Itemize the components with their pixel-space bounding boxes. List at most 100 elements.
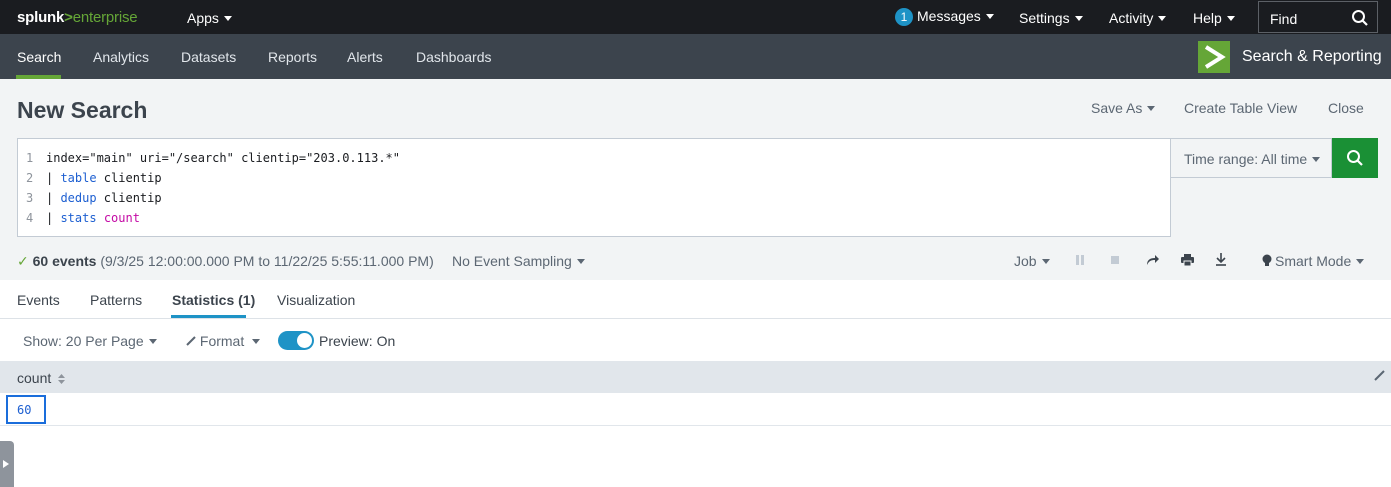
result-tabs: Events Patterns Statistics (1) Visualiza… <box>0 280 1391 319</box>
active-tab-indicator <box>171 315 246 318</box>
checkmark-icon: ✓ <box>17 253 29 269</box>
chevron-down-icon <box>1158 16 1167 21</box>
tab-search[interactable]: Search <box>17 49 61 65</box>
query-line: 1 index="main" uri="/search" clientip="20… <box>18 148 400 168</box>
chevron-down-icon <box>1147 106 1156 111</box>
pencil-icon[interactable] <box>1374 370 1385 381</box>
query-text: clientip <box>96 191 162 205</box>
activity-menu[interactable]: Activity <box>1109 10 1167 26</box>
search-mode-menu[interactable]: Smart Mode <box>1262 253 1365 269</box>
page-title: New Search <box>17 97 148 123</box>
find-placeholder: Find <box>1270 11 1298 27</box>
help-menu[interactable]: Help <box>1193 10 1235 26</box>
pipe: | <box>46 171 61 185</box>
job-menu[interactable]: Job <box>1014 253 1050 269</box>
tab-reports[interactable]: Reports <box>268 49 317 65</box>
tab-events[interactable]: Events <box>17 292 60 308</box>
column-header-count[interactable]: count <box>17 370 66 386</box>
table-row: 60 <box>0 393 1391 426</box>
tab-visualization[interactable]: Visualization <box>277 292 355 308</box>
query-text: clientip <box>96 171 162 185</box>
table-cell-count[interactable]: 60 <box>6 395 46 424</box>
tab-datasets[interactable]: Datasets <box>181 49 236 65</box>
side-panel-toggle[interactable] <box>0 441 14 487</box>
chevron-down-icon <box>252 339 261 344</box>
preview-toggle[interactable] <box>278 331 314 350</box>
pipe: | <box>46 191 61 205</box>
app-logo-icon <box>1198 41 1230 73</box>
command-keyword: stats <box>60 211 97 225</box>
messages-menu[interactable]: 1 Messages <box>895 8 994 26</box>
event-count: 60 events <box>32 253 97 269</box>
format-menu[interactable]: Format <box>186 333 261 349</box>
command-keyword: table <box>60 171 97 185</box>
search-icon[interactable] <box>1351 9 1369 27</box>
tab-statistics[interactable]: Statistics (1) <box>172 292 255 308</box>
save-as-menu[interactable]: Save As <box>1091 100 1156 116</box>
pause-icon[interactable] <box>1075 255 1085 265</box>
save-as-label: Save As <box>1091 100 1143 116</box>
settings-menu[interactable]: Settings <box>1019 10 1083 26</box>
event-sampling-label: No Event Sampling <box>452 253 572 269</box>
job-menu-label: Job <box>1014 253 1037 269</box>
event-count-status: ✓ 60 events (9/3/25 12:00:00.000 PM to 1… <box>17 253 434 270</box>
chevron-down-icon <box>576 259 585 264</box>
chevron-down-icon <box>985 14 994 19</box>
help-menu-label: Help <box>1193 10 1222 26</box>
format-label: Format <box>199 333 245 349</box>
query-text: index="main" uri="/search" clientip="203… <box>46 151 401 165</box>
search-panel: New Search Save As Create Table View Clo… <box>0 79 1391 280</box>
time-range-label: Time range: All time <box>1184 151 1308 167</box>
activity-menu-label: Activity <box>1109 10 1154 26</box>
stop-icon[interactable] <box>1110 255 1120 265</box>
query-line: 4 | stats count <box>18 208 140 228</box>
app-name[interactable]: Search & Reporting <box>1242 48 1382 66</box>
apps-menu-label: Apps <box>187 10 219 26</box>
splunk-logo[interactable]: splunk>enterprise <box>17 9 138 26</box>
preview-label: Preview: On <box>319 333 396 349</box>
line-number: 4 <box>26 211 34 225</box>
find-input[interactable]: Find <box>1258 1 1378 33</box>
create-table-view-button[interactable]: Create Table View <box>1184 100 1297 116</box>
query-line: 2 | table clientip <box>18 168 162 188</box>
search-query-editor[interactable]: 1 index="main" uri="/search" clientip="20… <box>17 138 1171 237</box>
table-header: count <box>0 361 1391 393</box>
search-mode-label: Smart Mode <box>1275 253 1352 269</box>
share-icon[interactable] <box>1146 254 1159 266</box>
close-button[interactable]: Close <box>1328 100 1364 116</box>
event-sampling-menu[interactable]: No Event Sampling <box>452 253 585 269</box>
print-icon[interactable] <box>1181 254 1194 266</box>
apps-menu[interactable]: Apps <box>187 10 232 26</box>
command-keyword: dedup <box>60 191 97 205</box>
tab-alerts[interactable]: Alerts <box>347 49 383 65</box>
logo-enterprise-text: enterprise <box>72 9 138 26</box>
function-name: count <box>103 211 140 225</box>
per-page-menu[interactable]: Show: 20 Per Page <box>23 333 157 349</box>
line-number: 3 <box>26 191 34 205</box>
chevron-down-icon <box>223 16 232 21</box>
line-number: 1 <box>26 151 34 165</box>
query-text <box>97 211 104 225</box>
search-button[interactable] <box>1332 138 1378 178</box>
toggle-knob <box>297 333 312 348</box>
event-time-range: (9/3/25 12:00:00.000 PM to 11/22/25 5:55… <box>100 253 434 269</box>
app-bar: Search Analytics Datasets Reports Alerts… <box>0 34 1391 79</box>
query-line: 3 | dedup clientip <box>18 188 162 208</box>
pencil-icon <box>186 336 196 346</box>
messages-count-badge: 1 <box>895 8 913 26</box>
logo-splunk-text: splunk <box>17 9 65 26</box>
chevron-down-icon <box>148 339 157 344</box>
tab-dashboards[interactable]: Dashboards <box>416 49 492 65</box>
time-range-picker[interactable]: Time range: All time <box>1171 138 1332 178</box>
messages-menu-label: Messages <box>917 8 981 24</box>
download-icon[interactable] <box>1215 253 1227 266</box>
tab-patterns[interactable]: Patterns <box>90 292 142 308</box>
per-page-label: Show: 20 Per Page <box>23 333 144 349</box>
column-header-label: count <box>17 370 52 386</box>
search-icon <box>1347 150 1363 166</box>
tab-analytics[interactable]: Analytics <box>93 49 149 65</box>
lightbulb-icon <box>1262 254 1272 266</box>
chevron-down-icon <box>1041 259 1050 264</box>
expand-arrow-icon <box>3 460 9 468</box>
chevron-down-icon <box>1226 16 1235 21</box>
